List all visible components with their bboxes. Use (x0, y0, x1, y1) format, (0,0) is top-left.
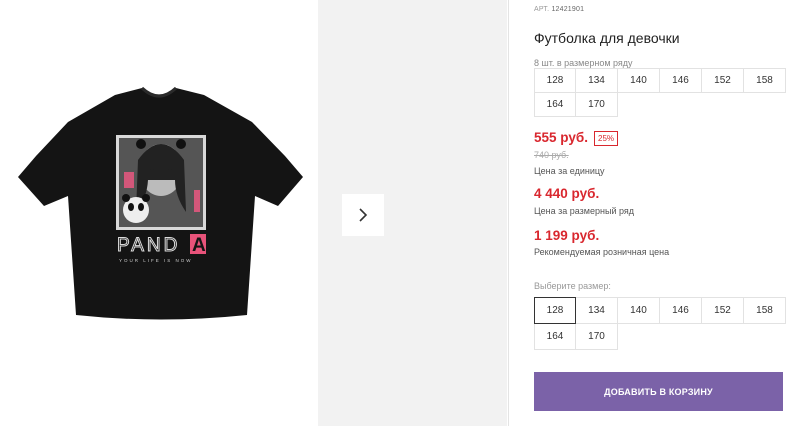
pack-size-cell: 128 (534, 68, 576, 93)
pack-price-label: Цена за размерный ряд (534, 206, 635, 216)
product-image-main[interactable]: PAND A YOUR LIFE IS NOW (0, 0, 318, 426)
print-text: PAND (117, 235, 180, 256)
tshirt-image: PAND A YOUR LIFE IS NOW (18, 86, 303, 320)
old-price: 740 руб. (534, 150, 569, 160)
size-selector: 128 134 140 146 152 158 164 170 (534, 297, 786, 350)
unit-price: 555 руб. (534, 130, 588, 145)
retail-price: 1 199 руб. (534, 228, 600, 243)
pack-size-grid: 128 134 140 146 152 158 164 170 (534, 68, 786, 117)
gallery-next-button[interactable] (342, 194, 384, 236)
article-number: АРТ. 12421901 (534, 6, 584, 13)
chevron-right-icon (359, 208, 368, 222)
gallery-secondary-area (318, 0, 507, 426)
pack-size-cell: 164 (534, 92, 576, 117)
divider (508, 0, 509, 426)
pack-size-cell: 134 (575, 68, 618, 93)
size-option-170[interactable]: 170 (575, 323, 618, 350)
article-label: АРТ. (534, 6, 550, 13)
size-option-128[interactable]: 128 (534, 297, 576, 324)
add-to-cart-button[interactable]: ДОБАВИТЬ В КОРЗИНУ (534, 372, 783, 411)
pack-size-cell: 158 (743, 68, 786, 93)
pack-size-note: 8 шт. в размерном ряду (534, 58, 633, 68)
size-option-134[interactable]: 134 (575, 297, 618, 324)
discount-badge: 25% (594, 131, 619, 146)
pack-size-cell: 152 (701, 68, 744, 93)
choose-size-label: Выберите размер: (534, 281, 611, 291)
pack-price: 4 440 руб. (534, 186, 600, 201)
size-option-158[interactable]: 158 (743, 297, 786, 324)
size-option-140[interactable]: 140 (617, 297, 660, 324)
article-value: 12421901 (551, 6, 585, 13)
size-option-152[interactable]: 152 (701, 297, 744, 324)
pack-size-cell: 170 (575, 92, 618, 117)
size-option-164[interactable]: 164 (534, 323, 576, 350)
pack-size-cell: 140 (617, 68, 660, 93)
print-tagline: YOUR LIFE IS NOW (119, 258, 193, 263)
print-text-accent: A (192, 235, 206, 256)
size-option-146[interactable]: 146 (659, 297, 702, 324)
unit-price-label: Цена за единицу (534, 166, 605, 176)
pack-size-cell: 146 (659, 68, 702, 93)
retail-price-label: Рекомендуемая розничная цена (534, 247, 670, 257)
product-title: Футболка для девочки (534, 30, 680, 46)
